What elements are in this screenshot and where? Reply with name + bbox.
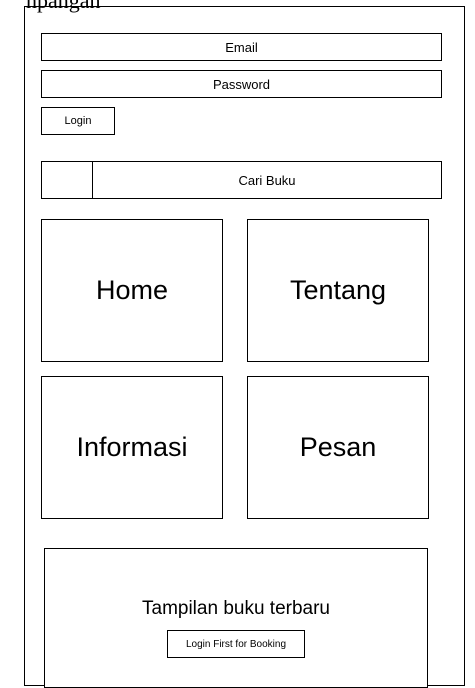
login-button[interactable]: Login [41, 107, 115, 135]
tile-home[interactable]: Home [41, 219, 223, 362]
latest-books-title: Tampilan buku terbaru [142, 598, 330, 619]
password-field[interactable]: Password [41, 70, 442, 98]
tile-informasi[interactable]: Informasi [41, 376, 223, 519]
booking-button[interactable]: Login First for Booking [167, 630, 305, 658]
latest-books-panel: Tampilan buku terbaru Login First for Bo… [44, 548, 428, 688]
tile-pesan[interactable]: Pesan [247, 376, 429, 519]
email-field[interactable]: Email [41, 33, 442, 61]
tile-tentang[interactable]: Tentang [247, 219, 429, 362]
search-bar[interactable]: Cari Buku [41, 161, 442, 199]
search-label: Cari Buku [238, 172, 296, 188]
search-icon[interactable] [42, 162, 93, 198]
